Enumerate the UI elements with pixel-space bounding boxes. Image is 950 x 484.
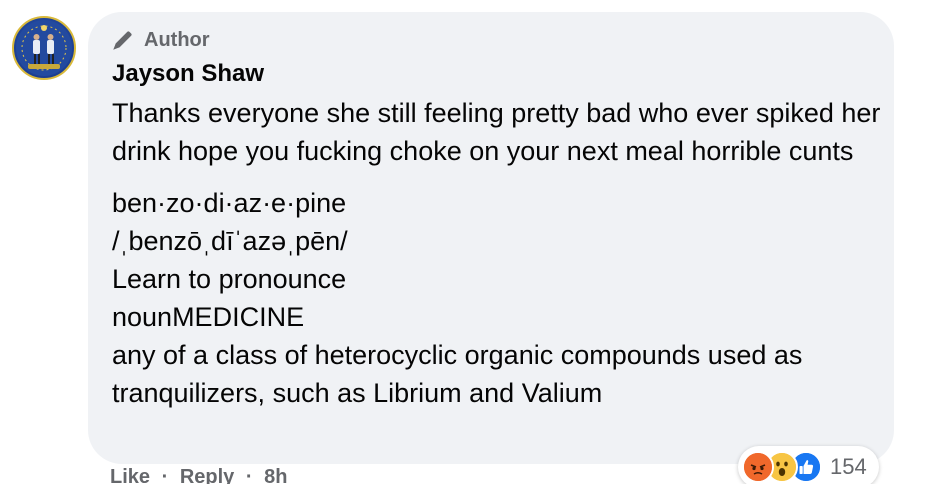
- pencil-icon: [110, 27, 136, 53]
- reaction-count: 154: [830, 454, 867, 479]
- comment-container: Author Jayson Shaw Thanks everyone she s…: [0, 0, 950, 484]
- definition-meaning: any of a class of heterocyclic organic c…: [112, 340, 803, 408]
- comment-actions: Like · Reply · 8h: [110, 466, 293, 484]
- comment-text: Thanks everyone she still feeling pretty…: [112, 94, 882, 412]
- avatar-image: [16, 20, 72, 76]
- timestamp[interactable]: 8h: [264, 466, 287, 484]
- definition-part-of-speech: nounMEDICINE: [112, 302, 305, 332]
- reaction-summary[interactable]: 154: [738, 446, 879, 484]
- author-badge-label: Author: [144, 28, 210, 51]
- author-name[interactable]: Jayson Shaw: [112, 60, 264, 88]
- avatar[interactable]: [12, 16, 76, 80]
- comment-paragraph: Thanks everyone she still feeling pretty…: [112, 98, 881, 166]
- definition-word: ben·zo·di·az·e·pine: [112, 188, 347, 218]
- definition-block: ben·zo·di·az·e·pine /ˌbenzōˌdīˈazəˌpēn/ …: [112, 184, 882, 412]
- comment-bubble: Author Jayson Shaw Thanks everyone she s…: [88, 12, 894, 464]
- definition-phonetic: /ˌbenzōˌdīˈazəˌpēn/: [112, 226, 348, 256]
- definition-pronounce: Learn to pronounce: [112, 264, 347, 294]
- like-link[interactable]: Like: [110, 466, 150, 484]
- author-badge-row: Author: [110, 26, 210, 54]
- action-separator: ·: [245, 466, 253, 484]
- angry-icon: [742, 451, 774, 483]
- reply-link[interactable]: Reply: [180, 466, 234, 484]
- action-separator: ·: [161, 466, 169, 484]
